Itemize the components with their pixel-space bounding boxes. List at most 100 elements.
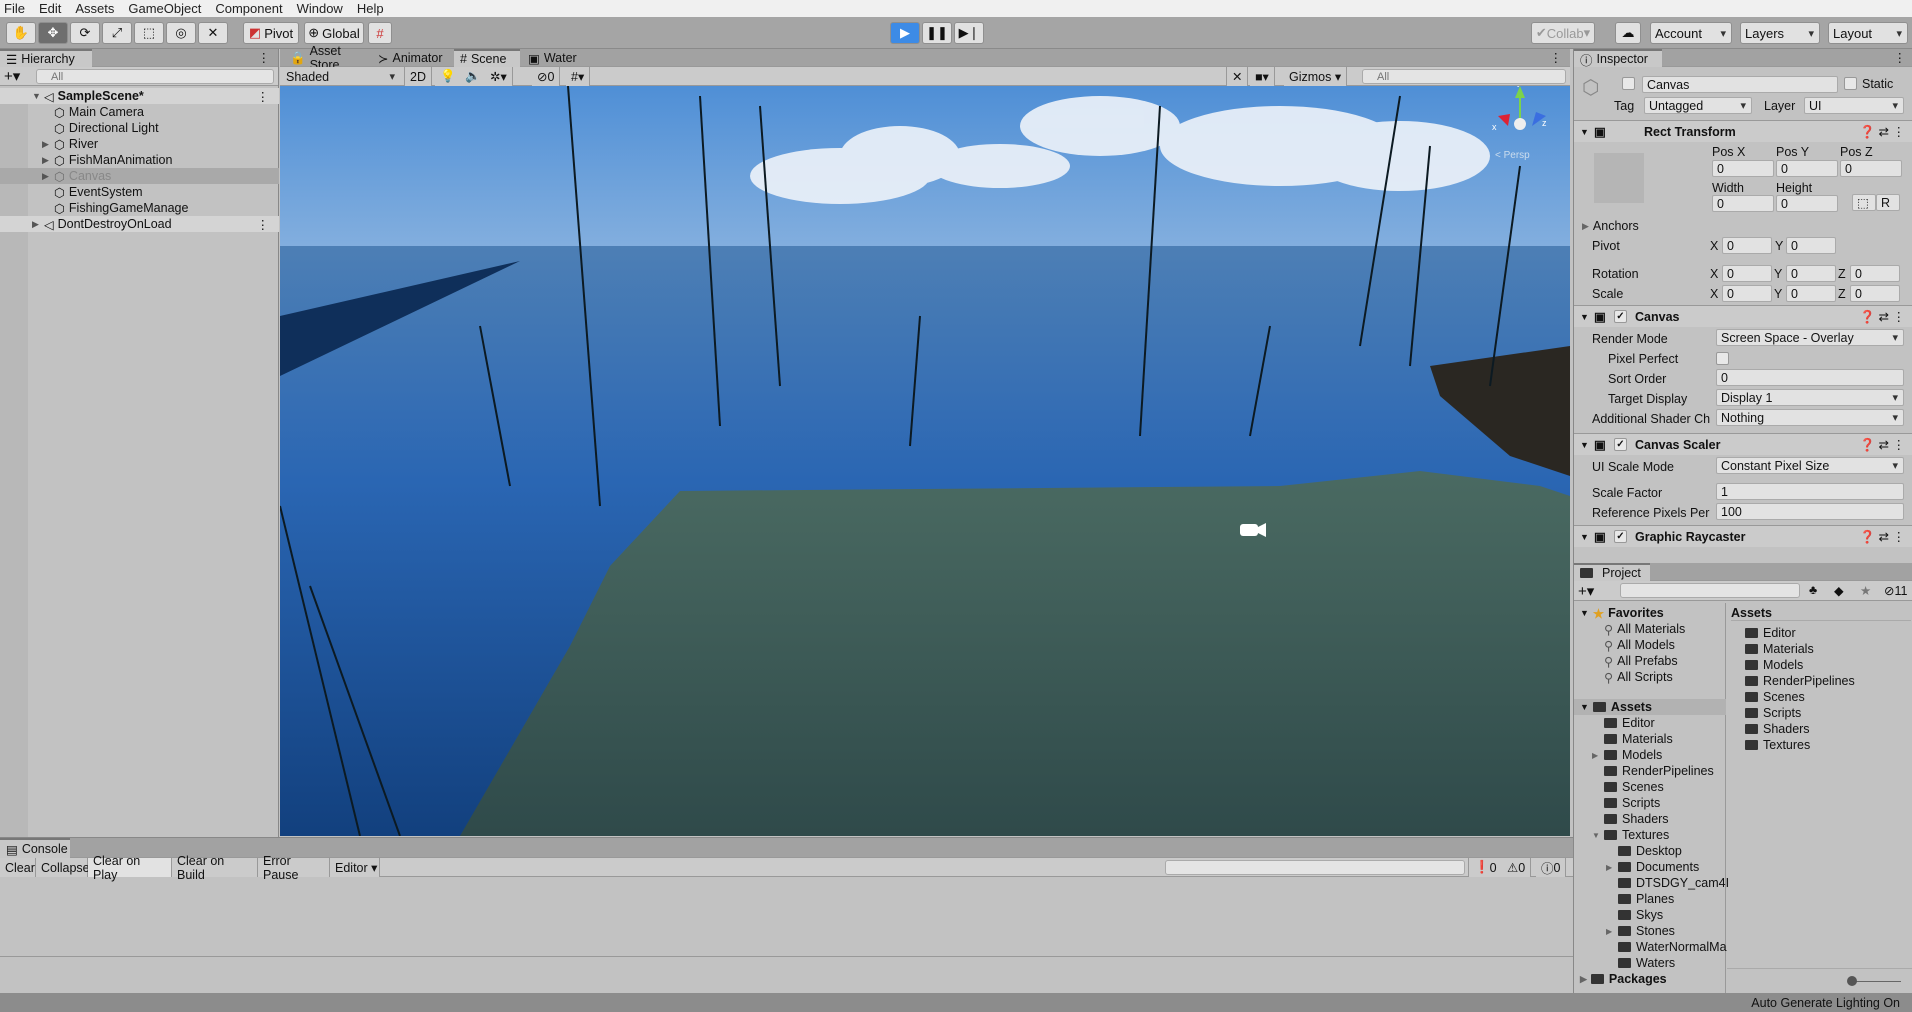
project-folder[interactable]: ▶ Documents [1606,859,1699,875]
canvas-component-header[interactable]: ▼ ▣ ✓ Canvas ❓ ⇄ ⋮ [1574,305,1912,327]
enabled-checkbox[interactable]: ✓ [1614,530,1627,543]
reference-pixels-input[interactable]: 100 [1716,503,1904,520]
asset-folder-item[interactable]: Scenes [1745,689,1805,705]
tab-animator[interactable]: ≻ Animator [372,49,452,67]
static-checkbox[interactable] [1844,77,1857,90]
console-clear-on-build-button[interactable]: Clear on Build [172,854,258,882]
scene-viewport[interactable]: x y z < Persp [280,86,1570,836]
project-folder[interactable]: Editor [1592,715,1655,731]
more-icon[interactable]: ⋮ [258,50,271,65]
project-folder[interactable]: ▶ Stones [1606,923,1675,939]
2d-toggle[interactable]: 2D [404,67,432,86]
scale-y-input[interactable]: 0 [1786,285,1836,302]
label-icon[interactable]: ◆ [1834,583,1844,598]
scene-search-input[interactable] [1362,69,1566,84]
collab-button[interactable]: ✔ Collab ▾ [1531,22,1595,44]
camera-dropdown[interactable]: ■▾ [1250,67,1275,86]
scale-x-input[interactable]: 0 [1722,285,1772,302]
grid-dropdown[interactable]: #▾ [566,67,591,86]
scene-menu-icon[interactable]: ⋮ [257,217,270,232]
sort-order-input[interactable]: 0 [1716,369,1904,386]
graphic-raycaster-header[interactable]: ▼ ▣ ✓ Graphic Raycaster ❓ ⇄ ⋮ [1574,525,1912,547]
packages-folder[interactable]: ▶ Packages [1580,971,1667,987]
layout-dropdown[interactable]: Layout [1828,22,1908,44]
expand-arrow-icon[interactable]: ▶ [42,171,54,182]
assets-folder[interactable]: ▼ Assets [1574,699,1726,715]
posz-input[interactable]: 0 [1840,160,1902,177]
project-folder[interactable]: Materials [1592,731,1673,747]
rect-transform-header[interactable]: ▼ ▣ Rect Transform ❓ ⇄ ⋮ [1574,120,1912,142]
hierarchy-item[interactable]: ⬡ FishingGameManage [0,200,279,216]
more-icon[interactable]: ⋮ [1550,50,1563,65]
posy-input[interactable]: 0 [1776,160,1838,177]
asset-folder-item[interactable]: Models [1745,657,1803,673]
custom-tool-tool-button[interactable]: ✕ [198,22,228,44]
component-menu-icons[interactable]: ❓ ⇄ ⋮ [1860,309,1905,325]
tab-project[interactable]: Project [1574,563,1650,581]
audio-toggle[interactable]: 🔈 [460,67,487,86]
menu-edit[interactable]: Edit [39,1,61,16]
pivot-x-input[interactable]: 0 [1722,237,1772,254]
add-button[interactable]: +▾ [4,67,20,85]
menu-window[interactable]: Window [297,1,343,16]
snap-button[interactable]: # [368,22,392,44]
error-count-toggle[interactable]: ❗ 0 [1468,858,1503,877]
console-editor-button[interactable]: Editor ▾ [330,858,380,877]
filter-type-icon[interactable]: ♣ [1809,583,1817,597]
favorite-item[interactable]: ⚲ All Materials [1604,621,1685,637]
hierarchy-item[interactable]: ⬡ Directional Light [0,120,279,136]
target-display-dropdown[interactable]: Display 1 [1716,389,1904,406]
persp-label[interactable]: < Persp [1495,150,1530,161]
shader-channels-dropdown[interactable]: Nothing [1716,409,1904,426]
object-name-input[interactable]: Canvas [1642,76,1838,93]
cloud-button[interactable]: ☁ [1615,22,1641,44]
tab-scene[interactable]: # Scene [454,49,520,67]
project-folder[interactable]: Shaders [1592,811,1669,827]
project-folder[interactable]: ▶ Models [1592,747,1662,763]
project-search-input[interactable] [1620,583,1800,598]
camera-gizmo-icon[interactable] [1240,523,1266,537]
warning-count-toggle[interactable]: ⚠ 0 [1502,858,1532,877]
ui-scale-mode-dropdown[interactable]: Constant Pixel Size [1716,457,1904,474]
gizmos-dropdown[interactable]: Gizmos ▾ [1284,67,1348,86]
effects-dropdown[interactable]: ✲▾ [485,67,513,86]
create-button[interactable]: +▾ [1578,582,1594,600]
height-input[interactable]: 0 [1776,195,1838,212]
project-folder[interactable]: RenderPipelines [1592,763,1714,779]
anchor-preset-button[interactable] [1594,153,1644,203]
asset-folder-item[interactable]: Scripts [1745,705,1801,721]
project-folder[interactable]: DTSDGY_cam4I [1606,875,1729,891]
expand-arrow-icon[interactable]: ▶ [1592,751,1604,760]
tools-button[interactable]: ✕ [1226,67,1249,86]
project-folder[interactable]: Planes [1606,891,1674,907]
favorite-item[interactable]: ⚲ All Models [1604,637,1675,653]
pixel-perfect-checkbox[interactable] [1716,352,1729,365]
hierarchy-item[interactable]: ▶ ⬡ Canvas [0,168,279,184]
enabled-checkbox[interactable]: ✓ [1614,438,1627,451]
render-mode-dropdown[interactable]: Screen Space - Overlay [1716,329,1904,346]
hierarchy-item[interactable]: ⬡ EventSystem [0,184,279,200]
pivot-toggle[interactable]: ◩ Pivot [243,22,299,44]
expand-arrow-icon[interactable]: ▶ [42,155,54,166]
scale-tool-button[interactable]: ⤢ [102,22,132,44]
menu-assets[interactable]: Assets [75,1,114,16]
project-folder[interactable]: Desktop [1606,843,1682,859]
pause-button[interactable]: ❚❚ [922,22,952,44]
move-tool-button[interactable]: ✥ [38,22,68,44]
info-count-toggle[interactable]: ⓘ 0 [1536,858,1567,877]
rect-tool-button[interactable]: ⬚ [134,22,164,44]
menu-help[interactable]: Help [357,1,384,16]
hierarchy-item[interactable]: ⬡ Main Camera [0,104,279,120]
layers-dropdown[interactable]: Layers [1740,22,1820,44]
foldout-arrow-icon[interactable]: ▼ [1580,127,1594,137]
width-input[interactable]: 0 [1712,195,1774,212]
pivot-y-input[interactable]: 0 [1786,237,1836,254]
tag-dropdown[interactable]: Untagged [1644,97,1752,114]
step-button[interactable]: ▶❘ [954,22,984,44]
star-icon[interactable]: ★ [1860,583,1871,598]
expand-arrow-icon[interactable]: ▼ [32,91,44,101]
expand-arrow-icon[interactable]: ▼ [1592,831,1604,840]
component-menu-icons[interactable]: ❓ ⇄ ⋮ [1860,437,1905,453]
asset-folder-item[interactable]: Materials [1745,641,1814,657]
posx-input[interactable]: 0 [1712,160,1774,177]
